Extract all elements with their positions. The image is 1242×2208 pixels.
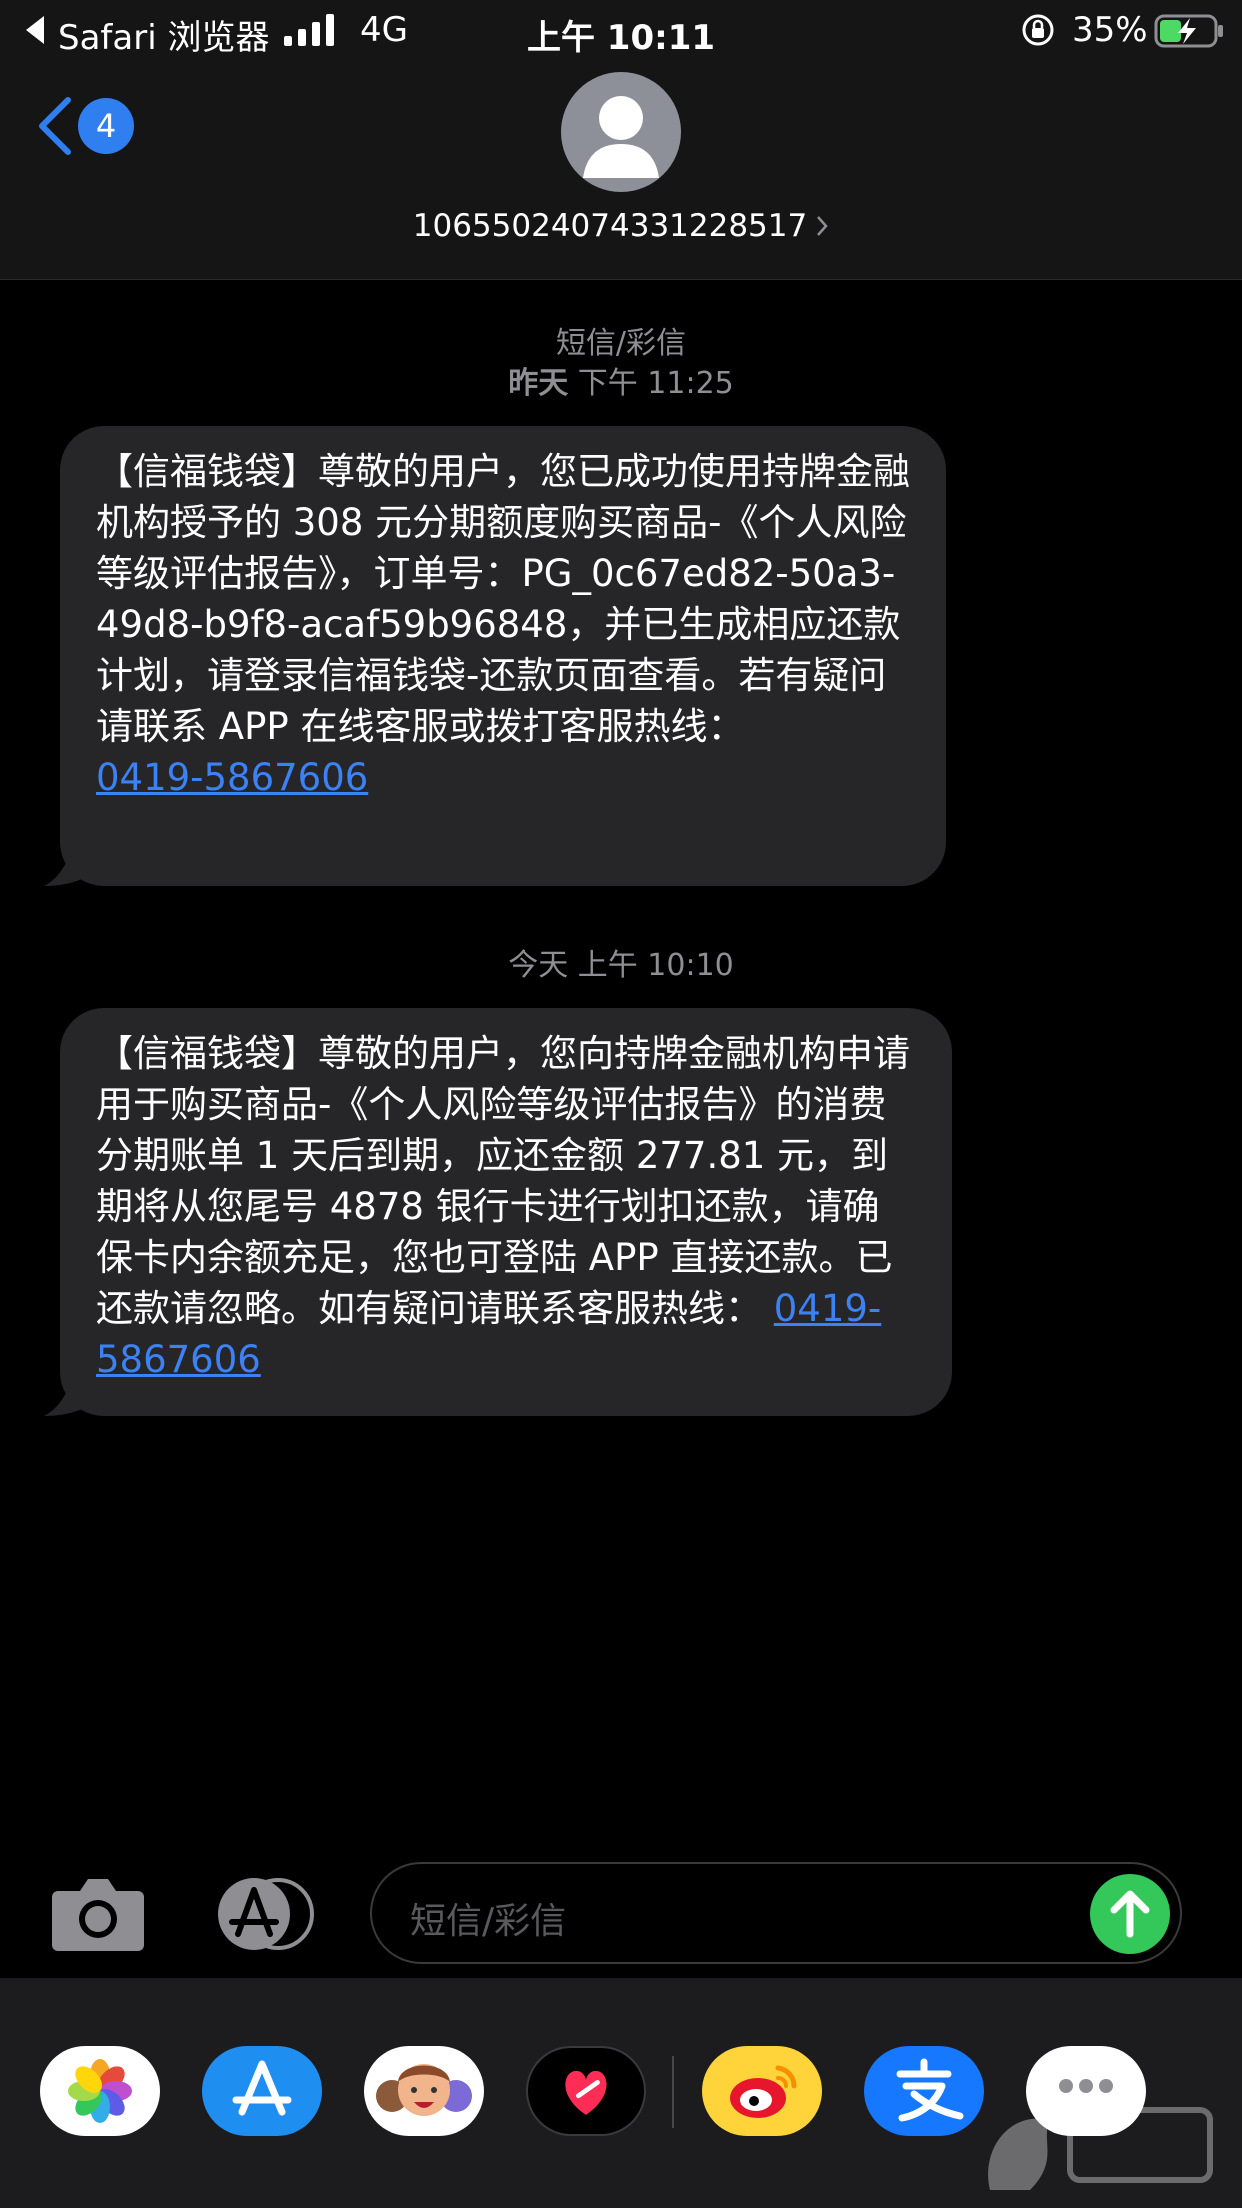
message-text: 【信福钱袋】尊敬的用户，您向持牌金融机构申请用于购买商品-《个人风险等级评估报告… (96, 1032, 910, 1330)
arrow-up-icon (1110, 1890, 1150, 1938)
battery-percent: 35% (1072, 10, 1148, 50)
unread-count-badge: 4 (78, 98, 134, 154)
message-bubble[interactable]: 【信福钱袋】尊敬的用户，您向持牌金融机构申请用于购买商品-《个人风险等级评估报告… (60, 1008, 952, 1416)
app-store-icon[interactable] (202, 2046, 322, 2136)
person-icon (583, 96, 659, 178)
timestamp-day: 今天 (508, 948, 569, 983)
battery-charging-icon (1154, 14, 1223, 48)
rotation-lock-icon (1022, 14, 1054, 46)
conversation-header: 4 10655024074331228517 (0, 62, 1242, 280)
timestamp-time: 上午 10:10 (577, 948, 734, 983)
drawer-divider (672, 2056, 674, 2128)
message-text: 【信福钱袋】尊敬的用户，您已成功使用持牌金融机构授予的 308 元分期额度购买商… (96, 450, 910, 748)
contact-name: 10655024074331228517 (412, 208, 808, 244)
service-label: 短信/彩信 (555, 326, 687, 361)
watermark-logo (988, 2107, 1213, 2190)
contact-avatar[interactable] (561, 72, 681, 192)
contact-name-row[interactable]: 10655024074331228517 (0, 208, 1242, 244)
chevron-right-icon (817, 216, 828, 236)
timestamp: 今天 上午 10:10 (0, 940, 1242, 984)
back-button[interactable]: 4 (34, 90, 144, 160)
camera-icon[interactable] (50, 1875, 146, 1953)
message-bubble[interactable]: 【信福钱袋】尊敬的用户，您已成功使用持牌金融机构授予的 308 元分期额度购买商… (60, 426, 946, 886)
status-bar: Safari 浏览器 4G 上午 10:11 35% (0, 0, 1242, 62)
memoji-icon[interactable] (364, 2046, 484, 2136)
timestamp-time: 下午 11:25 (577, 366, 734, 401)
timestamp: 昨天 下午 11:25 (0, 358, 1242, 402)
photos-icon[interactable] (40, 2046, 160, 2136)
message-input-placeholder: 短信/彩信 (410, 1901, 567, 1942)
weibo-icon[interactable] (702, 2046, 822, 2136)
chevron-left-icon (39, 97, 71, 155)
phone-link[interactable]: 0419-5867606 (96, 756, 368, 799)
app-store-apps-icon[interactable] (208, 1876, 316, 1952)
alipay-icon[interactable] (864, 2046, 984, 2136)
timestamp-day: 昨天 (508, 366, 569, 401)
send-button[interactable] (1090, 1874, 1170, 1954)
message-input[interactable]: 短信/彩信 (370, 1862, 1182, 1964)
digital-touch-icon[interactable] (526, 2046, 646, 2136)
